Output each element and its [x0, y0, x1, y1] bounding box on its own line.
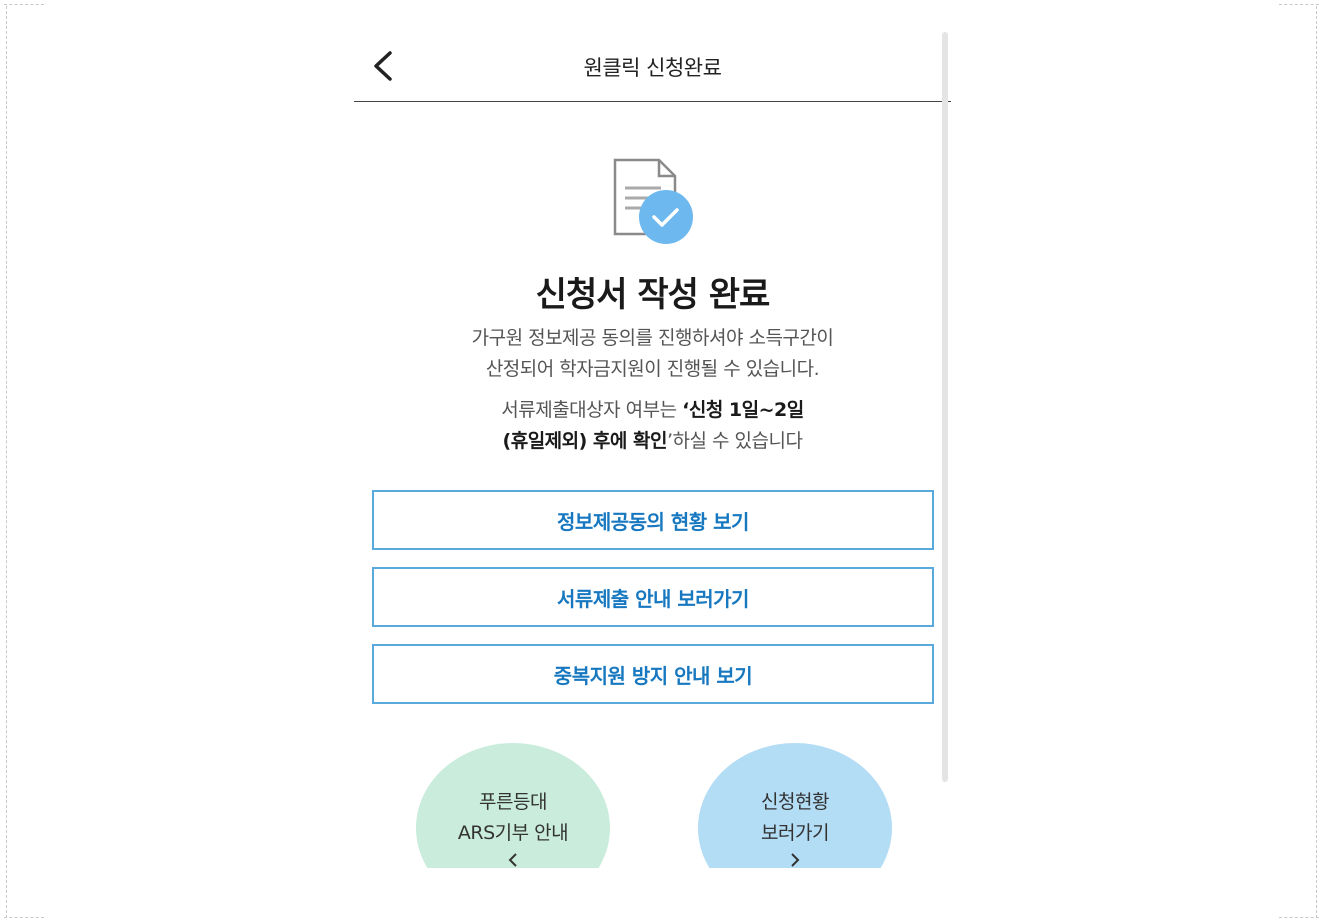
- frame-corner: [4, 4, 44, 5]
- frame-corner: [1279, 4, 1319, 5]
- circle-label: 신청현황: [761, 791, 829, 813]
- document-guide-button[interactable]: 서류제출 안내 보러가기: [372, 567, 934, 627]
- circle-label: ARS기부 안내: [457, 822, 569, 844]
- document-check-icon: [611, 158, 697, 250]
- duplicate-guide-button[interactable]: 중복지원 방지 안내 보기: [372, 644, 934, 704]
- notice-line: (휴일제외) 후에 확인’하실 수 있습니다: [354, 426, 951, 457]
- notice-prefix: 서류제출대상자 여부는: [501, 399, 683, 421]
- circle-label: 푸른등대: [479, 791, 547, 813]
- description-line: 산정되어 학자금지원이 진행될 수 있습니다.: [485, 358, 820, 380]
- document-notice: 서류제출대상자 여부는 ‘신청 1일~2일 (휴일제외) 후에 확인’하실 수 …: [354, 395, 951, 457]
- notice-line: 서류제출대상자 여부는 ‘신청 1일~2일: [354, 395, 951, 426]
- completion-heading: 신청서 작성 완료: [535, 275, 771, 315]
- consent-description: 가구원 정보제공 동의를 진행하셔야 소득구간이 산정되어 학자금지원이 진행될…: [354, 323, 951, 385]
- page-title: 원클릭 신청완료: [583, 56, 722, 80]
- notice-suffix: ’하실 수 있습니다: [666, 430, 803, 452]
- application-status-button[interactable]: 신청현황 보러가기: [698, 743, 892, 868]
- mobile-screen: 원클릭 신청완료 신청서 작성 완료 가구원 정보제공 동의를 진행하셔야 소득…: [354, 32, 951, 868]
- consent-status-button[interactable]: 정보제공동의 현황 보기: [372, 490, 934, 550]
- frame-corner: [1279, 917, 1319, 918]
- chevron-left-icon: [508, 853, 517, 867]
- circle-label: 보러가기: [761, 822, 829, 844]
- app-header: 원클릭 신청완료: [354, 32, 951, 102]
- notice-emphasis: (휴일제외) 후에 확인: [502, 430, 668, 452]
- frame-corner: [4, 917, 44, 918]
- ars-donation-button[interactable]: 푸른등대 ARS기부 안내: [416, 743, 610, 868]
- description-line: 가구원 정보제공 동의를 진행하셔야 소득구간이: [471, 327, 834, 349]
- notice-emphasis: ‘신청 1일~2일: [682, 399, 804, 421]
- chevron-right-icon: [791, 853, 800, 867]
